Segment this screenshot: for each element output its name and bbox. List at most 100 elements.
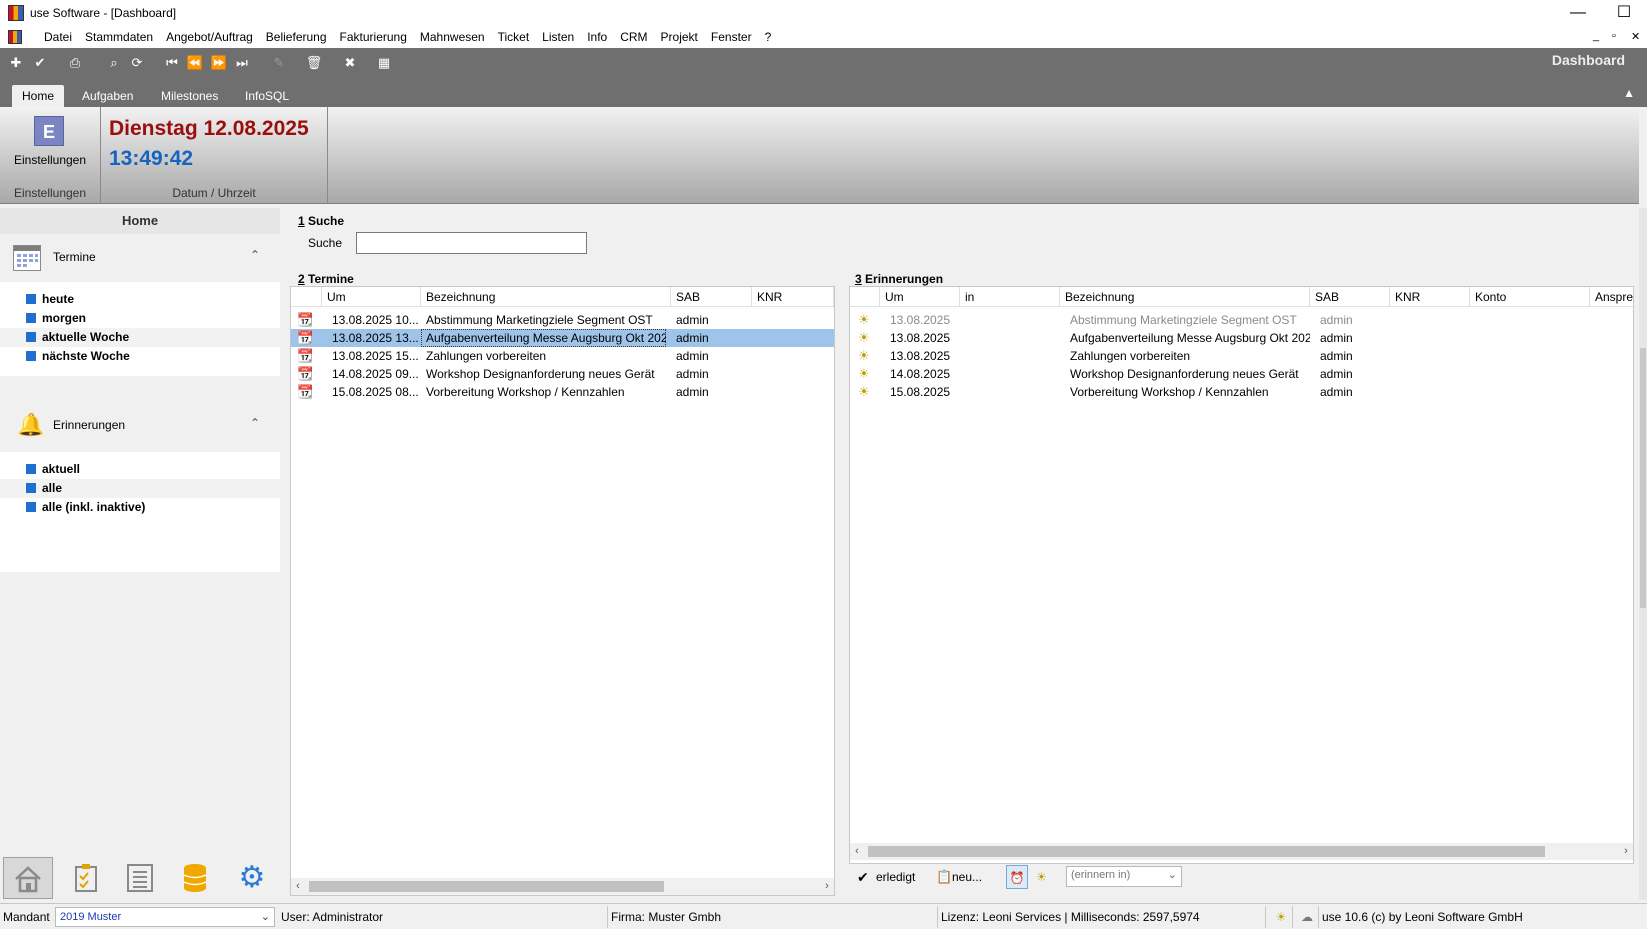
sidebar: Home Termine ⌃ heute morgen aktuelle Woc… [0, 208, 280, 900]
column-header-um[interactable]: Um [322, 287, 421, 307]
scroll-left-icon[interactable]: ‹ [850, 843, 864, 860]
menu-mahnwesen[interactable]: Mahnwesen [420, 30, 485, 44]
tab-aufgaben[interactable]: Aufgaben [72, 85, 143, 107]
column-header-bezeichnung[interactable]: Bezeichnung [421, 287, 671, 307]
sidebar-item-aktuelle-woche[interactable]: aktuelle Woche [0, 328, 280, 347]
erinnerungen-horizontal-scrollbar[interactable]: ‹ › [850, 843, 1633, 860]
table-row[interactable]: ☀ 13.08.2025 Zahlungen vorbereiten admin [850, 347, 1633, 365]
delete-icon[interactable]: 🗑 [305, 54, 323, 72]
search-input[interactable] [356, 232, 587, 254]
einstellungen-button[interactable]: Einstellungen [0, 153, 100, 167]
table-row[interactable]: ☀ 13.08.2025 Aufgabenverteilung Messe Augs… [850, 329, 1633, 347]
chevron-up-icon[interactable]: ⌃ [250, 248, 260, 262]
sidebar-item-naechste-woche[interactable]: nächste Woche [0, 347, 280, 366]
scroll-left-icon[interactable]: ‹ [291, 878, 305, 895]
chevron-down-icon: ⌄ [260, 911, 270, 923]
collapse-ribbon-icon[interactable]: ▲ [1623, 86, 1635, 100]
table-row[interactable]: 📆 13.08.2025 10... Abstimmung Marketingzie… [291, 311, 834, 329]
settings-gear-icon[interactable]: ⚙ [227, 857, 277, 899]
bullet-icon [26, 502, 36, 512]
scrollbar-thumb[interactable] [868, 846, 1545, 857]
table-row[interactable]: 📆 13.08.2025 13... Aufgabenverteilung Mess… [291, 329, 834, 347]
sidebar-item-aktuell[interactable]: aktuell [0, 460, 280, 479]
first-icon[interactable]: ⏮ [163, 54, 181, 72]
maximize-button[interactable]: ☐ [1601, 0, 1647, 26]
column-header-sab[interactable]: SAB [1310, 287, 1390, 306]
column-header-knr[interactable]: KNR [752, 287, 834, 307]
minimize-button[interactable]: — [1555, 0, 1601, 26]
sun-icon[interactable]: ☀ [1036, 865, 1047, 889]
menu-info[interactable]: Info [587, 30, 607, 44]
network-icon[interactable]: ☁ [1293, 906, 1319, 928]
menu-listen[interactable]: Listen [542, 30, 574, 44]
tab-infosql[interactable]: InfoSQL [235, 85, 299, 107]
column-header-knr[interactable]: KNR [1390, 287, 1470, 306]
check-icon[interactable]: ✔ [31, 54, 49, 72]
menu-help[interactable]: ? [765, 30, 772, 44]
sidebar-item-morgen[interactable]: morgen [0, 309, 280, 328]
table-row[interactable]: 📆 15.08.2025 08... Vorbereitung Workshop /… [291, 383, 834, 401]
sidebar-item-alle[interactable]: alle [0, 479, 280, 498]
menu-belieferung[interactable]: Belieferung [266, 30, 327, 44]
print-icon[interactable]: ⎙ [66, 54, 84, 72]
scrollbar-thumb[interactable] [309, 881, 664, 892]
sidebar-item-heute[interactable]: heute [0, 290, 280, 309]
column-header-konto[interactable]: Konto [1470, 287, 1590, 306]
grid-icon[interactable]: ▦ [375, 54, 393, 72]
table-row[interactable]: 📆 13.08.2025 15... Zahlungen vorbereiten ad… [291, 347, 834, 365]
list-icon[interactable] [115, 857, 165, 899]
erinnern-in-select[interactable]: (erinnern in) ⌄ [1066, 866, 1182, 887]
table-row[interactable]: ☀ 14.08.2025 Workshop Designanforderung ne… [850, 365, 1633, 383]
database-icon[interactable] [170, 857, 220, 899]
edit-icon[interactable]: ✎ [270, 54, 288, 72]
table-row[interactable]: ☀ 13.08.2025 Abstimmung Marketingziele Seg… [850, 311, 1633, 329]
column-header-um[interactable]: Um [880, 287, 960, 306]
next-icon[interactable]: ⏩ [210, 54, 228, 72]
tab-home[interactable]: Home [12, 85, 65, 107]
scrollbar-thumb[interactable] [1640, 348, 1646, 608]
menu-datei[interactable]: Datei [44, 30, 72, 44]
chevron-up-icon[interactable]: ⌃ [250, 416, 260, 430]
prev-icon[interactable]: ⏪ [186, 54, 204, 72]
termine-horizontal-scrollbar[interactable]: ‹ › [291, 878, 834, 895]
table-row[interactable]: ☀ 15.08.2025 Vorbereitung Workshop / Kennz… [850, 383, 1633, 401]
add-icon[interactable]: ✚ [7, 54, 25, 72]
menu-fakturierung[interactable]: Fakturierung [340, 30, 407, 44]
refresh-icon[interactable]: ⟳ [128, 54, 146, 72]
menu-crm[interactable]: CRM [620, 30, 647, 44]
settings-icon[interactable]: E [34, 116, 64, 146]
sidebar-item-alle-inkl-inaktive[interactable]: alle (inkl. inaktive) [0, 498, 280, 517]
column-header-in[interactable]: in [960, 287, 1060, 306]
column-header-sab[interactable]: SAB [671, 287, 752, 307]
alarm-toggle-icon[interactable]: ⏰ [1006, 865, 1028, 889]
mandant-select[interactable]: 2019 Muster ⌄ [55, 907, 275, 927]
column-header-bezeichnung[interactable]: Bezeichnung [1060, 287, 1310, 306]
menu-projekt[interactable]: Projekt [661, 30, 698, 44]
last-icon[interactable]: ⏭ [233, 54, 251, 72]
home-icon[interactable] [3, 857, 53, 899]
table-row[interactable]: 📆 14.08.2025 09... Workshop Designanforder… [291, 365, 834, 383]
neu-button[interactable]: neu... [952, 865, 982, 889]
mdi-app-icon[interactable] [8, 30, 22, 44]
tab-milestones[interactable]: Milestones [151, 85, 228, 107]
sun-icon[interactable]: ☀ [1267, 906, 1293, 928]
menu-bar: Datei Stammdaten Angebot/Auftrag Beliefe… [0, 26, 1647, 48]
menu-fenster[interactable]: Fenster [711, 30, 752, 44]
tasks-icon[interactable] [62, 857, 112, 899]
mdi-close-button[interactable]: ✕ [1631, 30, 1640, 43]
menu-angebot-auftrag[interactable]: Angebot/Auftrag [166, 30, 253, 44]
column-header-ansprechpartner[interactable]: Anspre [1590, 287, 1633, 306]
menu-ticket[interactable]: Ticket [498, 30, 530, 44]
mdi-restore-button[interactable]: ▫ [1612, 30, 1616, 42]
mdi-minimize-button[interactable]: _ [1593, 30, 1599, 42]
scroll-right-icon[interactable]: › [820, 878, 834, 895]
sidebar-section-erinnerungen[interactable]: 🔔 Erinnerungen ⌃ [0, 406, 280, 446]
cell-in [965, 329, 1055, 347]
erledigt-button[interactable]: erledigt [876, 865, 915, 889]
main-vertical-scrollbar[interactable] [1639, 208, 1647, 900]
menu-stammdaten[interactable]: Stammdaten [85, 30, 153, 44]
search-icon[interactable]: ⌕ [105, 54, 123, 72]
cancel-icon[interactable]: ✖ [341, 54, 359, 72]
sidebar-section-termine[interactable]: Termine ⌃ [0, 238, 280, 278]
scroll-right-icon[interactable]: › [1619, 843, 1633, 860]
